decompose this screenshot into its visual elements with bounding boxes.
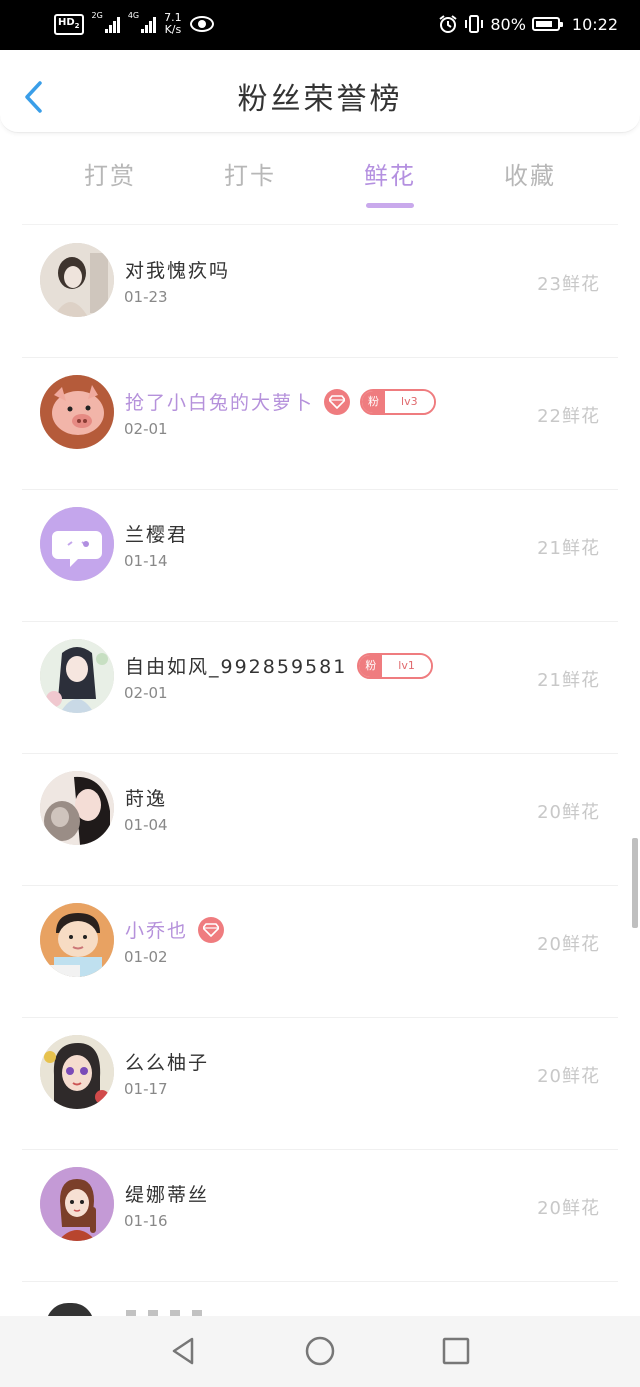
- list-item[interactable]: 缇娜蒂丝 01-16 20鲜花: [0, 1150, 640, 1282]
- tab-label: 打赏: [84, 162, 136, 190]
- date: 01-14: [124, 552, 168, 570]
- date: 01-23: [124, 288, 168, 306]
- list-item[interactable]: 抢了小白兔的大萝卜 粉 lv3 02-01 22鲜花: [0, 358, 640, 490]
- nav-home-button[interactable]: [305, 1336, 335, 1366]
- avatar[interactable]: [40, 1167, 114, 1241]
- signal-icon: [104, 15, 120, 33]
- nav-home-circle-icon: [305, 1336, 335, 1366]
- page-title: 粉丝荣誉榜: [237, 82, 403, 117]
- date: 01-04: [124, 816, 168, 834]
- date: 02-01: [124, 420, 168, 438]
- divider: [22, 224, 618, 225]
- list-item[interactable]: 自由如风_992859581 粉 lv1 02-01 21鲜花: [0, 622, 640, 754]
- user-name-line: 自由如风_992859581 粉 lv1: [125, 652, 433, 679]
- tab-label: 收藏: [504, 162, 556, 190]
- signal-icon-2: [141, 15, 157, 33]
- fan-level: lv3: [385, 390, 434, 413]
- fan-level-badge: 粉 lv3: [360, 388, 436, 415]
- flower-count: 21鲜花: [537, 670, 600, 691]
- date: 01-16: [124, 1212, 168, 1230]
- flower-count: 23鲜花: [537, 274, 600, 295]
- date: 02-01: [124, 684, 168, 702]
- app-header: 粉丝荣誉榜: [0, 50, 640, 133]
- list-item[interactable]: 莳逸 01-04 20鲜花: [0, 754, 640, 886]
- list-item[interactable]: 兰樱君 01-14 21鲜花: [0, 490, 640, 622]
- hd-indicator: HD2: [54, 13, 84, 35]
- user-name: 对我愧疚吗: [125, 260, 231, 282]
- nav-back-triangle-icon: [172, 1337, 194, 1365]
- avatar[interactable]: [40, 1035, 114, 1109]
- user-name-line: 小乔也: [125, 916, 225, 943]
- clock: 10:22: [571, 14, 618, 34]
- tab-label: 打卡: [224, 162, 276, 190]
- tab-checkin[interactable]: 打卡: [195, 156, 305, 191]
- avatar[interactable]: [40, 243, 114, 317]
- nav-back-button[interactable]: [168, 1336, 198, 1366]
- flower-count: 21鲜花: [537, 538, 600, 559]
- avatar[interactable]: [40, 771, 114, 845]
- user-name-line: 抢了小白兔的大萝卜 粉 lv3: [125, 388, 436, 415]
- status-bar: HD2 2G 4G 7.1 K/s 80% 10:22: [0, 0, 640, 50]
- tab-tip[interactable]: 打赏: [55, 156, 165, 191]
- fan-ranking-list: 对我愧疚吗 01-23 23鲜花 抢了小白兔的大萝卜 粉 lv3 02-01 22…: [0, 226, 640, 1282]
- flower-count: 20鲜花: [537, 1198, 600, 1219]
- user-name: 莳逸: [125, 788, 168, 810]
- fan-badge-prefix: 粉: [359, 654, 383, 677]
- avatar[interactable]: [40, 375, 114, 449]
- fan-badge-prefix: 粉: [362, 390, 386, 413]
- avatar[interactable]: [40, 903, 114, 977]
- user-name-line: 对我愧疚吗: [125, 256, 230, 283]
- flower-count: 20鲜花: [537, 934, 600, 955]
- network-4g-label: 4G: [127, 11, 140, 20]
- user-name-line: 兰樱君: [125, 520, 188, 547]
- system-nav-bar: [0, 1316, 640, 1387]
- nav-recent-button[interactable]: [441, 1336, 471, 1366]
- tab-bar: 打赏 打卡 鲜花 收藏: [0, 132, 640, 224]
- user-name: 小乔也: [125, 920, 189, 942]
- nav-recent-square-icon: [442, 1337, 470, 1365]
- tab-favorites[interactable]: 收藏: [475, 156, 585, 191]
- scrollbar[interactable]: [632, 838, 638, 928]
- tab-label: 鲜花: [364, 162, 416, 190]
- network-2g-label: 2G: [91, 11, 103, 20]
- flower-count: 20鲜花: [537, 802, 600, 823]
- user-name-line: 莳逸: [125, 784, 167, 811]
- list-item[interactable]: 小乔也 01-02 20鲜花: [0, 886, 640, 1018]
- status-right: 80% 10:22: [438, 14, 618, 34]
- avatar[interactable]: [40, 639, 114, 713]
- date: 01-17: [124, 1080, 168, 1098]
- user-name: 自由如风_992859581: [125, 656, 348, 678]
- eye-icon: [189, 16, 214, 32]
- user-name: 抢了小白兔的大萝卜: [125, 392, 315, 414]
- diamond-icon: [324, 388, 351, 415]
- vibrate-icon: [465, 15, 484, 33]
- alarm-icon: [439, 15, 457, 33]
- battery-icon: [531, 17, 563, 31]
- diamond-icon: [198, 916, 225, 943]
- user-name: 么么柚子: [125, 1052, 210, 1074]
- tab-indicator: [366, 203, 414, 208]
- network-speed: 7.1 K/s: [164, 11, 182, 36]
- avatar[interactable]: [40, 507, 114, 581]
- list-item[interactable]: 对我愧疚吗 01-23 23鲜花: [0, 226, 640, 358]
- flower-count: 20鲜花: [537, 1066, 600, 1087]
- user-name-line: 么么柚子: [125, 1048, 209, 1075]
- date: 01-02: [124, 948, 168, 966]
- battery-percent: 80%: [490, 14, 526, 34]
- tab-flowers[interactable]: 鲜花: [335, 156, 445, 208]
- user-name: 兰樱君: [125, 524, 189, 546]
- user-name: 缇娜蒂丝: [125, 1184, 210, 1206]
- status-left: HD2 2G 4G 7.1 K/s: [54, 12, 214, 36]
- user-name-line: 缇娜蒂丝: [125, 1180, 209, 1207]
- flower-count: 22鲜花: [537, 406, 600, 427]
- list-item[interactable]: 么么柚子 01-17 20鲜花: [0, 1018, 640, 1150]
- fan-level-badge: 粉 lv1: [357, 652, 433, 679]
- fan-level: lv1: [382, 654, 431, 677]
